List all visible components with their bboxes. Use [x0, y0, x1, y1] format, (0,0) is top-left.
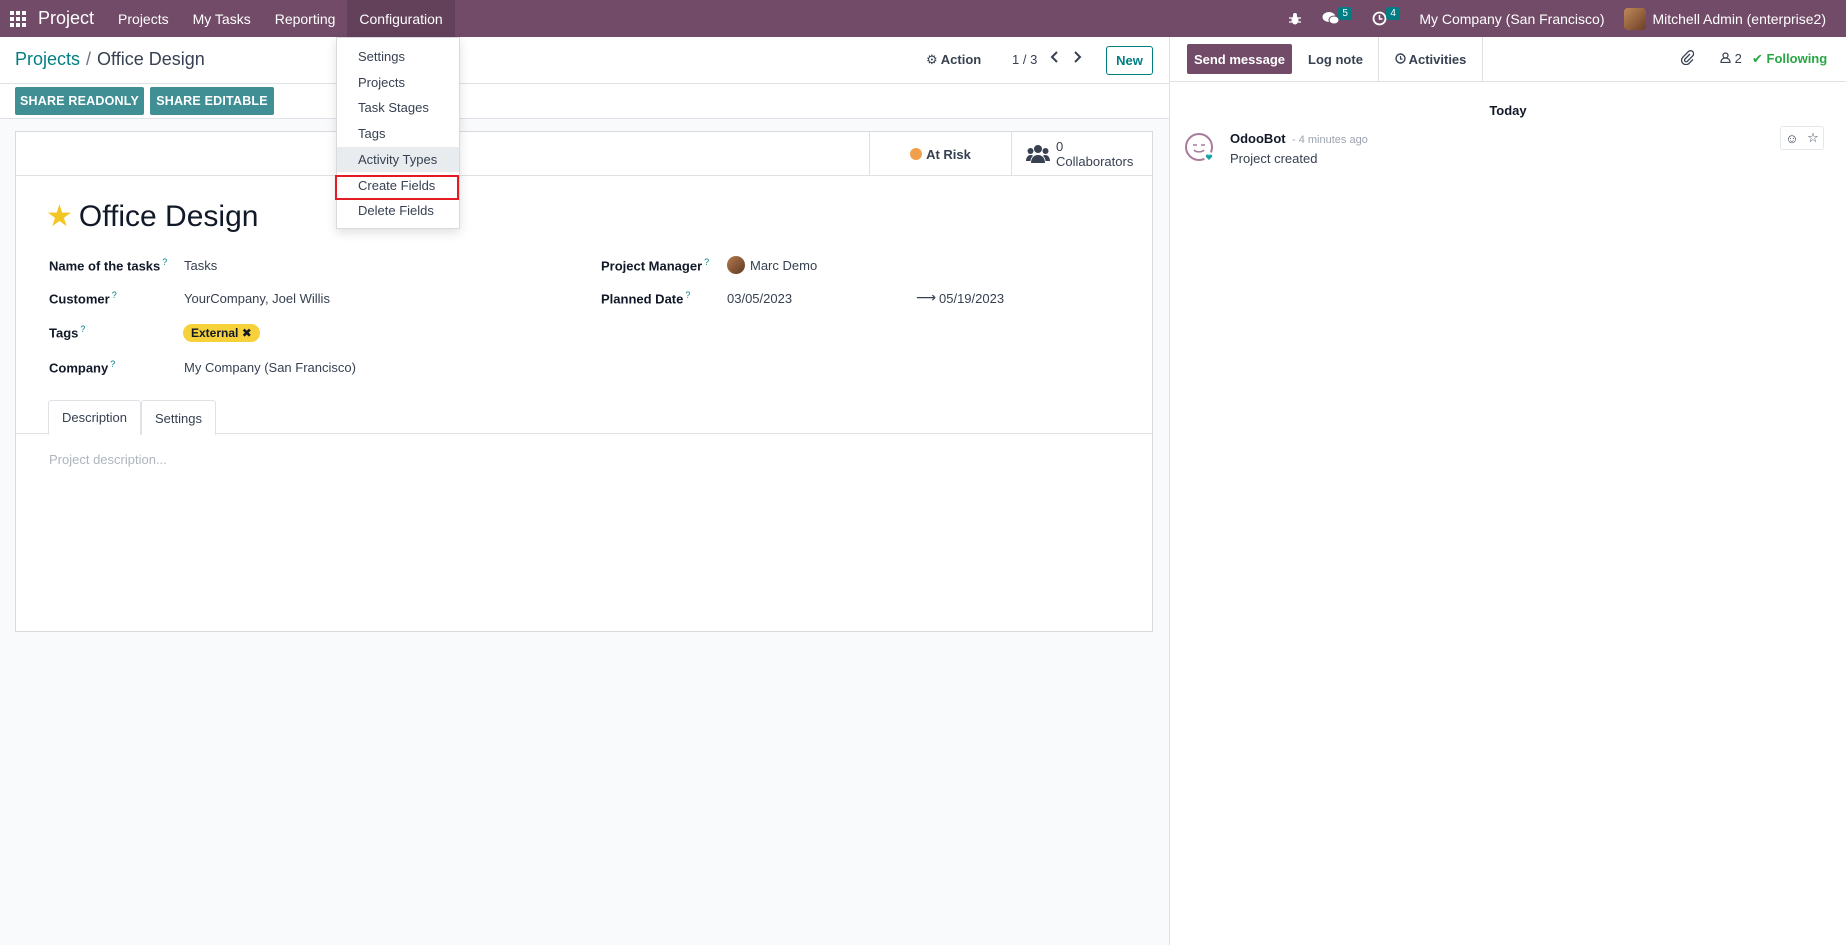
button-box: At Risk 0 Collaborators — [16, 132, 1152, 176]
title-row: ★ Office Design — [46, 200, 258, 234]
chatter-topbar: Send message Log note Activities 2 ✔ Fol… — [1170, 37, 1846, 82]
user-menu[interactable]: Mitchell Admin (enterprise2) — [1614, 0, 1836, 37]
menu-my-tasks[interactable]: My Tasks — [181, 0, 263, 37]
pager-value[interactable]: 1 / 3 — [1012, 52, 1037, 67]
description-editor[interactable]: Project description... — [49, 452, 167, 467]
tag-external[interactable]: External ✖ — [183, 324, 260, 342]
tab-settings[interactable]: Settings — [141, 400, 216, 435]
tag-label: External — [191, 326, 239, 340]
follower-count: 2 — [1734, 51, 1742, 66]
collaborators-count: 0 — [1056, 139, 1064, 154]
notebook-tabs: Description Settings — [16, 400, 1152, 435]
tasks-name-field[interactable]: Tasks — [184, 258, 217, 273]
menu-projects[interactable]: Projects — [106, 0, 181, 37]
company-switcher[interactable]: My Company (San Francisco) — [1409, 0, 1614, 37]
message-time: - 4 minutes ago — [1292, 134, 1368, 146]
messages-icon[interactable]: 5 — [1312, 0, 1362, 37]
menu-item-projects[interactable]: Projects — [337, 70, 459, 95]
chatter-panel: Send message Log note Activities 2 ✔ Fol… — [1169, 37, 1846, 945]
apps-menu-icon[interactable] — [0, 0, 36, 37]
collaborators-button[interactable]: 0 Collaborators — [1011, 132, 1152, 176]
pager-previous-icon[interactable] — [1050, 50, 1060, 66]
tag-remove-icon[interactable]: ✖ — [242, 326, 252, 340]
activities-label: Activities — [1408, 52, 1467, 67]
message-author[interactable]: OdooBot — [1230, 131, 1286, 146]
odoobot-avatar — [1185, 133, 1214, 162]
form-statusbar: SHARE READONLY SHARE EDITABLE — [0, 84, 1169, 119]
menu-configuration[interactable]: Configuration — [347, 0, 455, 37]
manager-avatar — [727, 256, 745, 274]
menu-item-delete-fields[interactable]: Delete Fields — [337, 198, 459, 223]
tasks-name-label: Name of the tasks? — [49, 257, 168, 274]
status-label: At Risk — [926, 146, 971, 162]
customer-label: Customer? — [49, 290, 117, 307]
create-fields-highlight — [335, 175, 459, 200]
messages-count-badge: 5 — [1338, 7, 1352, 20]
customer-field[interactable]: YourCompany, Joel Willis — [184, 291, 330, 306]
planned-date-end[interactable]: 05/19/2023 — [939, 291, 1004, 306]
control-panel: Projects / Office Design ⚙ Action 1 / 3 Ne… — [0, 37, 1169, 84]
arrow-right-icon: ⟶ — [916, 289, 937, 305]
activities-clock-icon[interactable]: 4 — [1362, 0, 1409, 37]
action-label: Action — [940, 52, 982, 67]
planned-date-label: Planned Date? — [601, 290, 691, 307]
project-title[interactable]: Office Design — [79, 200, 259, 234]
star-message-icon[interactable]: ☆ — [1807, 130, 1819, 146]
followers-button[interactable]: 2 — [1720, 51, 1742, 66]
configuration-dropdown-menu: Settings Projects Task Stages Tags Activ… — [336, 37, 460, 229]
users-icon — [1026, 145, 1050, 163]
share-readonly-button[interactable]: SHARE READONLY — [15, 87, 144, 115]
collaborators-label: Collaborators — [1056, 154, 1134, 169]
top-navbar: Project Projects My Tasks Reporting Conf… — [0, 0, 1846, 37]
project-status-button[interactable]: At Risk — [869, 132, 1011, 176]
menu-reporting[interactable]: Reporting — [263, 0, 348, 37]
planned-date-start[interactable]: 03/05/2023 — [727, 291, 792, 306]
breadcrumb: Projects / Office Design — [15, 49, 205, 70]
debug-bug-icon[interactable] — [1278, 0, 1312, 37]
check-icon: ✔ — [1752, 51, 1763, 66]
gear-icon: ⚙ — [926, 52, 938, 67]
form-sheet: At Risk 0 Collaborators ★ Office Design … — [15, 131, 1153, 632]
menu-item-activity-types[interactable]: Activity Types — [337, 147, 459, 172]
send-message-button[interactable]: Send message — [1187, 44, 1292, 74]
log-note-button[interactable]: Log note — [1292, 44, 1379, 74]
user-avatar — [1624, 7, 1647, 30]
activities-button[interactable]: Activities — [1378, 37, 1483, 82]
app-name[interactable]: Project — [36, 8, 106, 29]
message-body: Project created — [1230, 151, 1318, 166]
status-dot-icon — [910, 148, 923, 160]
menu-item-settings[interactable]: Settings — [337, 44, 459, 69]
tab-description[interactable]: Description — [48, 400, 141, 435]
following-button[interactable]: ✔ Following — [1752, 51, 1827, 67]
user-icon — [1720, 51, 1735, 66]
new-record-button[interactable]: New — [1106, 46, 1153, 75]
breadcrumb-separator: / — [86, 49, 92, 69]
date-separator: Today — [1489, 103, 1527, 118]
company-field[interactable]: My Company (San Francisco) — [184, 360, 356, 375]
menu-item-task-stages[interactable]: Task Stages — [337, 95, 459, 120]
breadcrumb-projects-link[interactable]: Projects — [15, 49, 80, 69]
action-menu-button[interactable]: ⚙ Action — [926, 52, 981, 68]
project-manager-field[interactable]: Marc Demo — [750, 258, 817, 273]
user-name: Mitchell Admin (enterprise2) — [1652, 10, 1826, 27]
project-manager-label: Project Manager? — [601, 257, 710, 274]
activities-count-badge: 4 — [1386, 7, 1400, 20]
message-actions: ☺ ☆ — [1780, 126, 1824, 150]
tags-label: Tags? — [49, 324, 86, 341]
share-editable-button[interactable]: SHARE EDITABLE — [150, 87, 274, 115]
following-label: Following — [1766, 51, 1828, 66]
paperclip-attachment-icon[interactable] — [1680, 49, 1695, 68]
menu-item-tags[interactable]: Tags — [337, 121, 459, 146]
favorite-star-icon[interactable]: ★ — [46, 202, 73, 232]
clock-icon — [1394, 52, 1406, 67]
company-label: Company? — [49, 359, 116, 376]
breadcrumb-current: Office Design — [97, 49, 205, 69]
pager-next-icon[interactable] — [1072, 50, 1082, 66]
emoji-reaction-icon[interactable]: ☺ — [1785, 131, 1798, 146]
